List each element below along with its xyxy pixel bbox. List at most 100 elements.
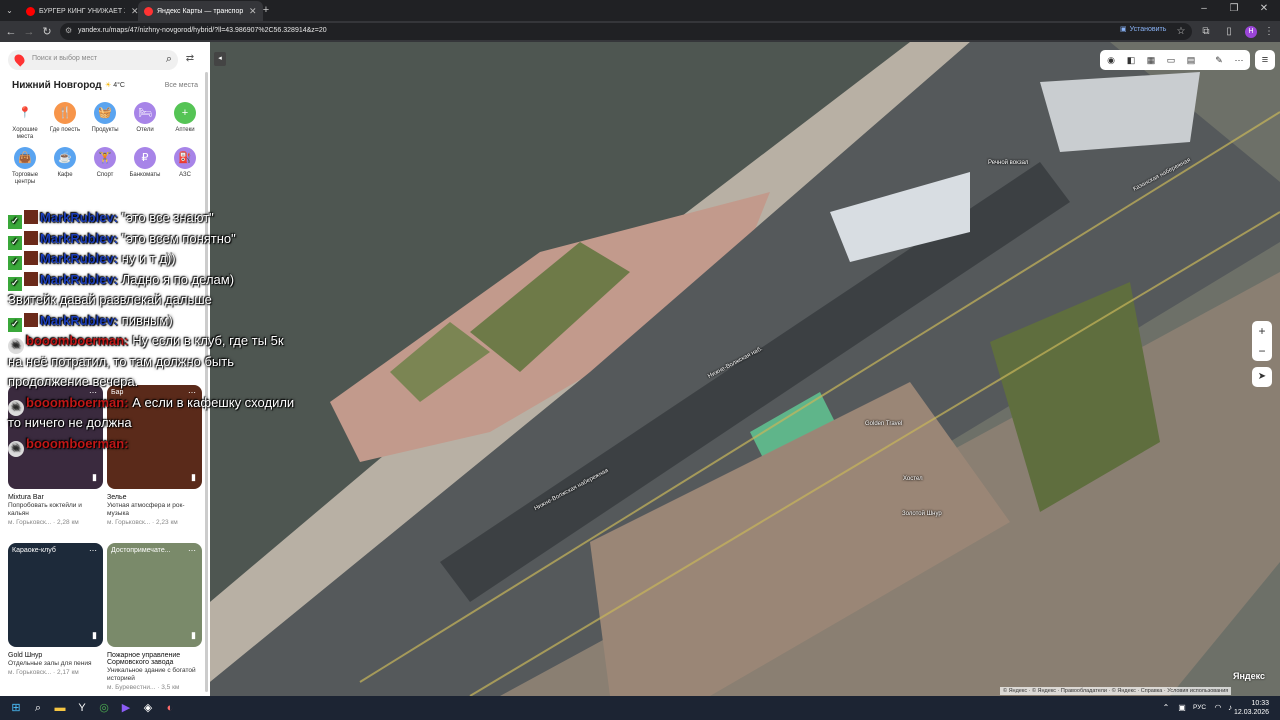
- category-8[interactable]: ₽ Банкоматы: [125, 147, 165, 179]
- browser-menu-icon[interactable]: ⋮: [1262, 25, 1276, 39]
- maximize-icon[interactable]: ❐: [1224, 3, 1244, 14]
- bookmark-star-icon[interactable]: ☆: [1174, 25, 1188, 39]
- fuel-icon: ⛽: [174, 147, 196, 169]
- place-photo[interactable]: Достопримечате... ⋯ ▮: [107, 543, 202, 647]
- category-6[interactable]: ☕ Кафе: [45, 147, 85, 179]
- map-label-river-station[interactable]: Речной вокзал: [988, 160, 1028, 166]
- layers-icon[interactable]: ◉: [1104, 53, 1118, 67]
- bag-icon: 👜: [14, 147, 36, 169]
- tab-title: БУРГЕР КИНГ УНИЖАЕТ ЖЕНЩ: [39, 7, 125, 15]
- place-description: Уютная атмосфера и рок-музыка: [107, 502, 185, 517]
- place-name[interactable]: Пожарное управление Сормовского завода: [107, 652, 202, 666]
- chat-username: MarkRublev:: [40, 251, 119, 266]
- ruler-icon[interactable]: ✎: [1212, 53, 1226, 67]
- url-field[interactable]: ⚙ yandex.ru/maps/47/nizhny-novgorod/hybr…: [60, 23, 1192, 40]
- yandex-logo: Яндекс: [1233, 671, 1266, 681]
- map-view[interactable]: Речной вокзал Нижне-Волжская наб. Нижне-…: [210, 42, 1280, 696]
- transport-icon[interactable]: ▭: [1164, 53, 1178, 67]
- category-0[interactable]: 📍 Хорошие места: [5, 102, 45, 141]
- search-input[interactable]: Поиск и выбор мест ⌕: [8, 50, 178, 70]
- more-icon[interactable]: ⋯: [89, 546, 97, 555]
- forward-icon[interactable]: →: [22, 25, 36, 39]
- sidebar-scrollbar[interactable]: [205, 72, 208, 692]
- category-4[interactable]: + Аптеки: [165, 102, 205, 134]
- my-location-button[interactable]: ➤: [1252, 367, 1272, 387]
- extensions-icon[interactable]: ⧉: [1199, 25, 1213, 39]
- place-photo[interactable]: Караоке-клуб ⋯ ▮: [8, 543, 103, 647]
- input-language[interactable]: РУС: [1193, 704, 1206, 711]
- yandex-browser-icon[interactable]: Y: [74, 700, 90, 716]
- tab-list-icon[interactable]: ⌄: [4, 5, 15, 16]
- map-label-golden-travel[interactable]: Golden Travel: [865, 421, 902, 427]
- sidebar-icon[interactable]: ▯: [1222, 25, 1236, 39]
- tab-burger-king[interactable]: БУРГЕР КИНГ УНИЖАЕТ ЖЕНЩ ✕: [20, 1, 145, 21]
- app-icon[interactable]: ◈: [140, 700, 156, 716]
- install-app-button[interactable]: ▣ Установить: [1120, 25, 1166, 34]
- category-5[interactable]: 👜 Торговые центры: [5, 147, 45, 186]
- search-icon[interactable]: ⌕: [166, 53, 172, 66]
- close-tab-icon[interactable]: ✕: [249, 6, 257, 17]
- chat-username: MarkRublev:: [40, 312, 119, 328]
- bookmark-icon[interactable]: ▮: [92, 630, 97, 641]
- windows-start-icon[interactable]: ⊞: [8, 700, 24, 716]
- parking-icon[interactable]: ▤: [1184, 53, 1198, 67]
- reload-icon[interactable]: ↻: [40, 25, 54, 39]
- chat-text: продолжение вечера.: [8, 374, 139, 389]
- more-icon[interactable]: ⋯: [188, 546, 196, 555]
- file-explorer-icon[interactable]: ▬: [52, 700, 68, 716]
- all-places-link[interactable]: Все места: [165, 82, 198, 89]
- zoom-in-button[interactable]: +: [1252, 321, 1272, 341]
- profile-avatar[interactable]: Н: [1245, 26, 1257, 38]
- close-window-icon[interactable]: ✕: [1254, 3, 1274, 14]
- chat-message: продолжение вечера.: [8, 374, 138, 389]
- city-name[interactable]: Нижний Новгород: [12, 80, 102, 91]
- user-avatar-icon: [24, 251, 38, 265]
- category-2[interactable]: 🧺 Продукты: [85, 102, 125, 134]
- chat-username: booomboerman:: [26, 394, 129, 410]
- bookmark-icon[interactable]: ▮: [92, 472, 97, 483]
- place-card[interactable]: Достопримечате... ⋯ ▮ Пожарное управление С…: [107, 543, 202, 691]
- category-3[interactable]: 🛏 Отели: [125, 102, 165, 134]
- category-9[interactable]: ⛽ АЗС: [165, 147, 205, 179]
- search-icon[interactable]: ⌕: [30, 700, 46, 716]
- tray-app-icon[interactable]: ▣: [1174, 700, 1190, 716]
- traffic-icon[interactable]: ▦: [1144, 53, 1158, 67]
- checkmark-badge-icon: ✓: [8, 317, 22, 332]
- more-icon[interactable]: ⋯: [1232, 53, 1246, 67]
- user-avatar-icon: [24, 210, 38, 224]
- category-label: Спорт: [96, 172, 114, 178]
- bookmark-icon[interactable]: ▮: [191, 630, 196, 641]
- map-copyright[interactable]: © Яндекс · © Яндекс · Правообладатели · …: [1000, 687, 1232, 695]
- collapse-sidebar-button[interactable]: ◂: [214, 52, 226, 66]
- category-label: Где поесть: [49, 127, 81, 133]
- skull-avatar-icon: ☠: [8, 440, 24, 457]
- back-icon[interactable]: ←: [4, 25, 18, 39]
- app-icon[interactable]: ◐: [162, 700, 178, 716]
- new-tab-button[interactable]: +: [259, 3, 273, 17]
- tray-expand-icon[interactable]: ⌃: [1158, 700, 1174, 716]
- media-player-icon[interactable]: ▶: [118, 700, 134, 716]
- place-name[interactable]: Gold Шнур: [8, 652, 103, 659]
- chrome-icon[interactable]: ◎: [96, 700, 112, 716]
- map-label-hostel[interactable]: Хостел: [903, 476, 923, 482]
- place-name[interactable]: Mixtura Bar: [8, 494, 103, 501]
- system-clock[interactable]: 10:33 12.03.2026: [1234, 699, 1269, 717]
- map-label-gold-shnur[interactable]: Золотой Шнур: [902, 511, 942, 517]
- bed-icon: 🛏: [134, 102, 156, 124]
- zoom-out-button[interactable]: −: [1252, 341, 1272, 361]
- map-menu-icon[interactable]: ≡: [1255, 50, 1275, 70]
- site-info-icon[interactable]: ⚙: [65, 26, 72, 35]
- minimize-icon[interactable]: –: [1194, 3, 1214, 14]
- bookmark-icon[interactable]: ▮: [191, 472, 196, 483]
- tab-yandex-maps[interactable]: Яндекс Карты — транспорт, н ✕: [138, 1, 263, 21]
- route-icon[interactable]: ⇄: [182, 51, 198, 67]
- chat-message: ☠ booomboerman: А если в кафешку сходили: [8, 395, 294, 416]
- place-address: м. Буревестни... · 3,5 км: [107, 684, 180, 691]
- clock-time: 10:33: [1251, 700, 1270, 707]
- panorama-icon[interactable]: ◧: [1124, 53, 1138, 67]
- place-card[interactable]: Караоке-клуб ⋯ ▮ Gold Шнур Отдельные залы дл…: [8, 543, 103, 676]
- category-1[interactable]: 🍴 Где поесть: [45, 102, 85, 134]
- dumbbell-icon: 🏋: [94, 147, 116, 169]
- category-7[interactable]: 🏋 Спорт: [85, 147, 125, 179]
- place-name[interactable]: Зелье: [107, 494, 202, 501]
